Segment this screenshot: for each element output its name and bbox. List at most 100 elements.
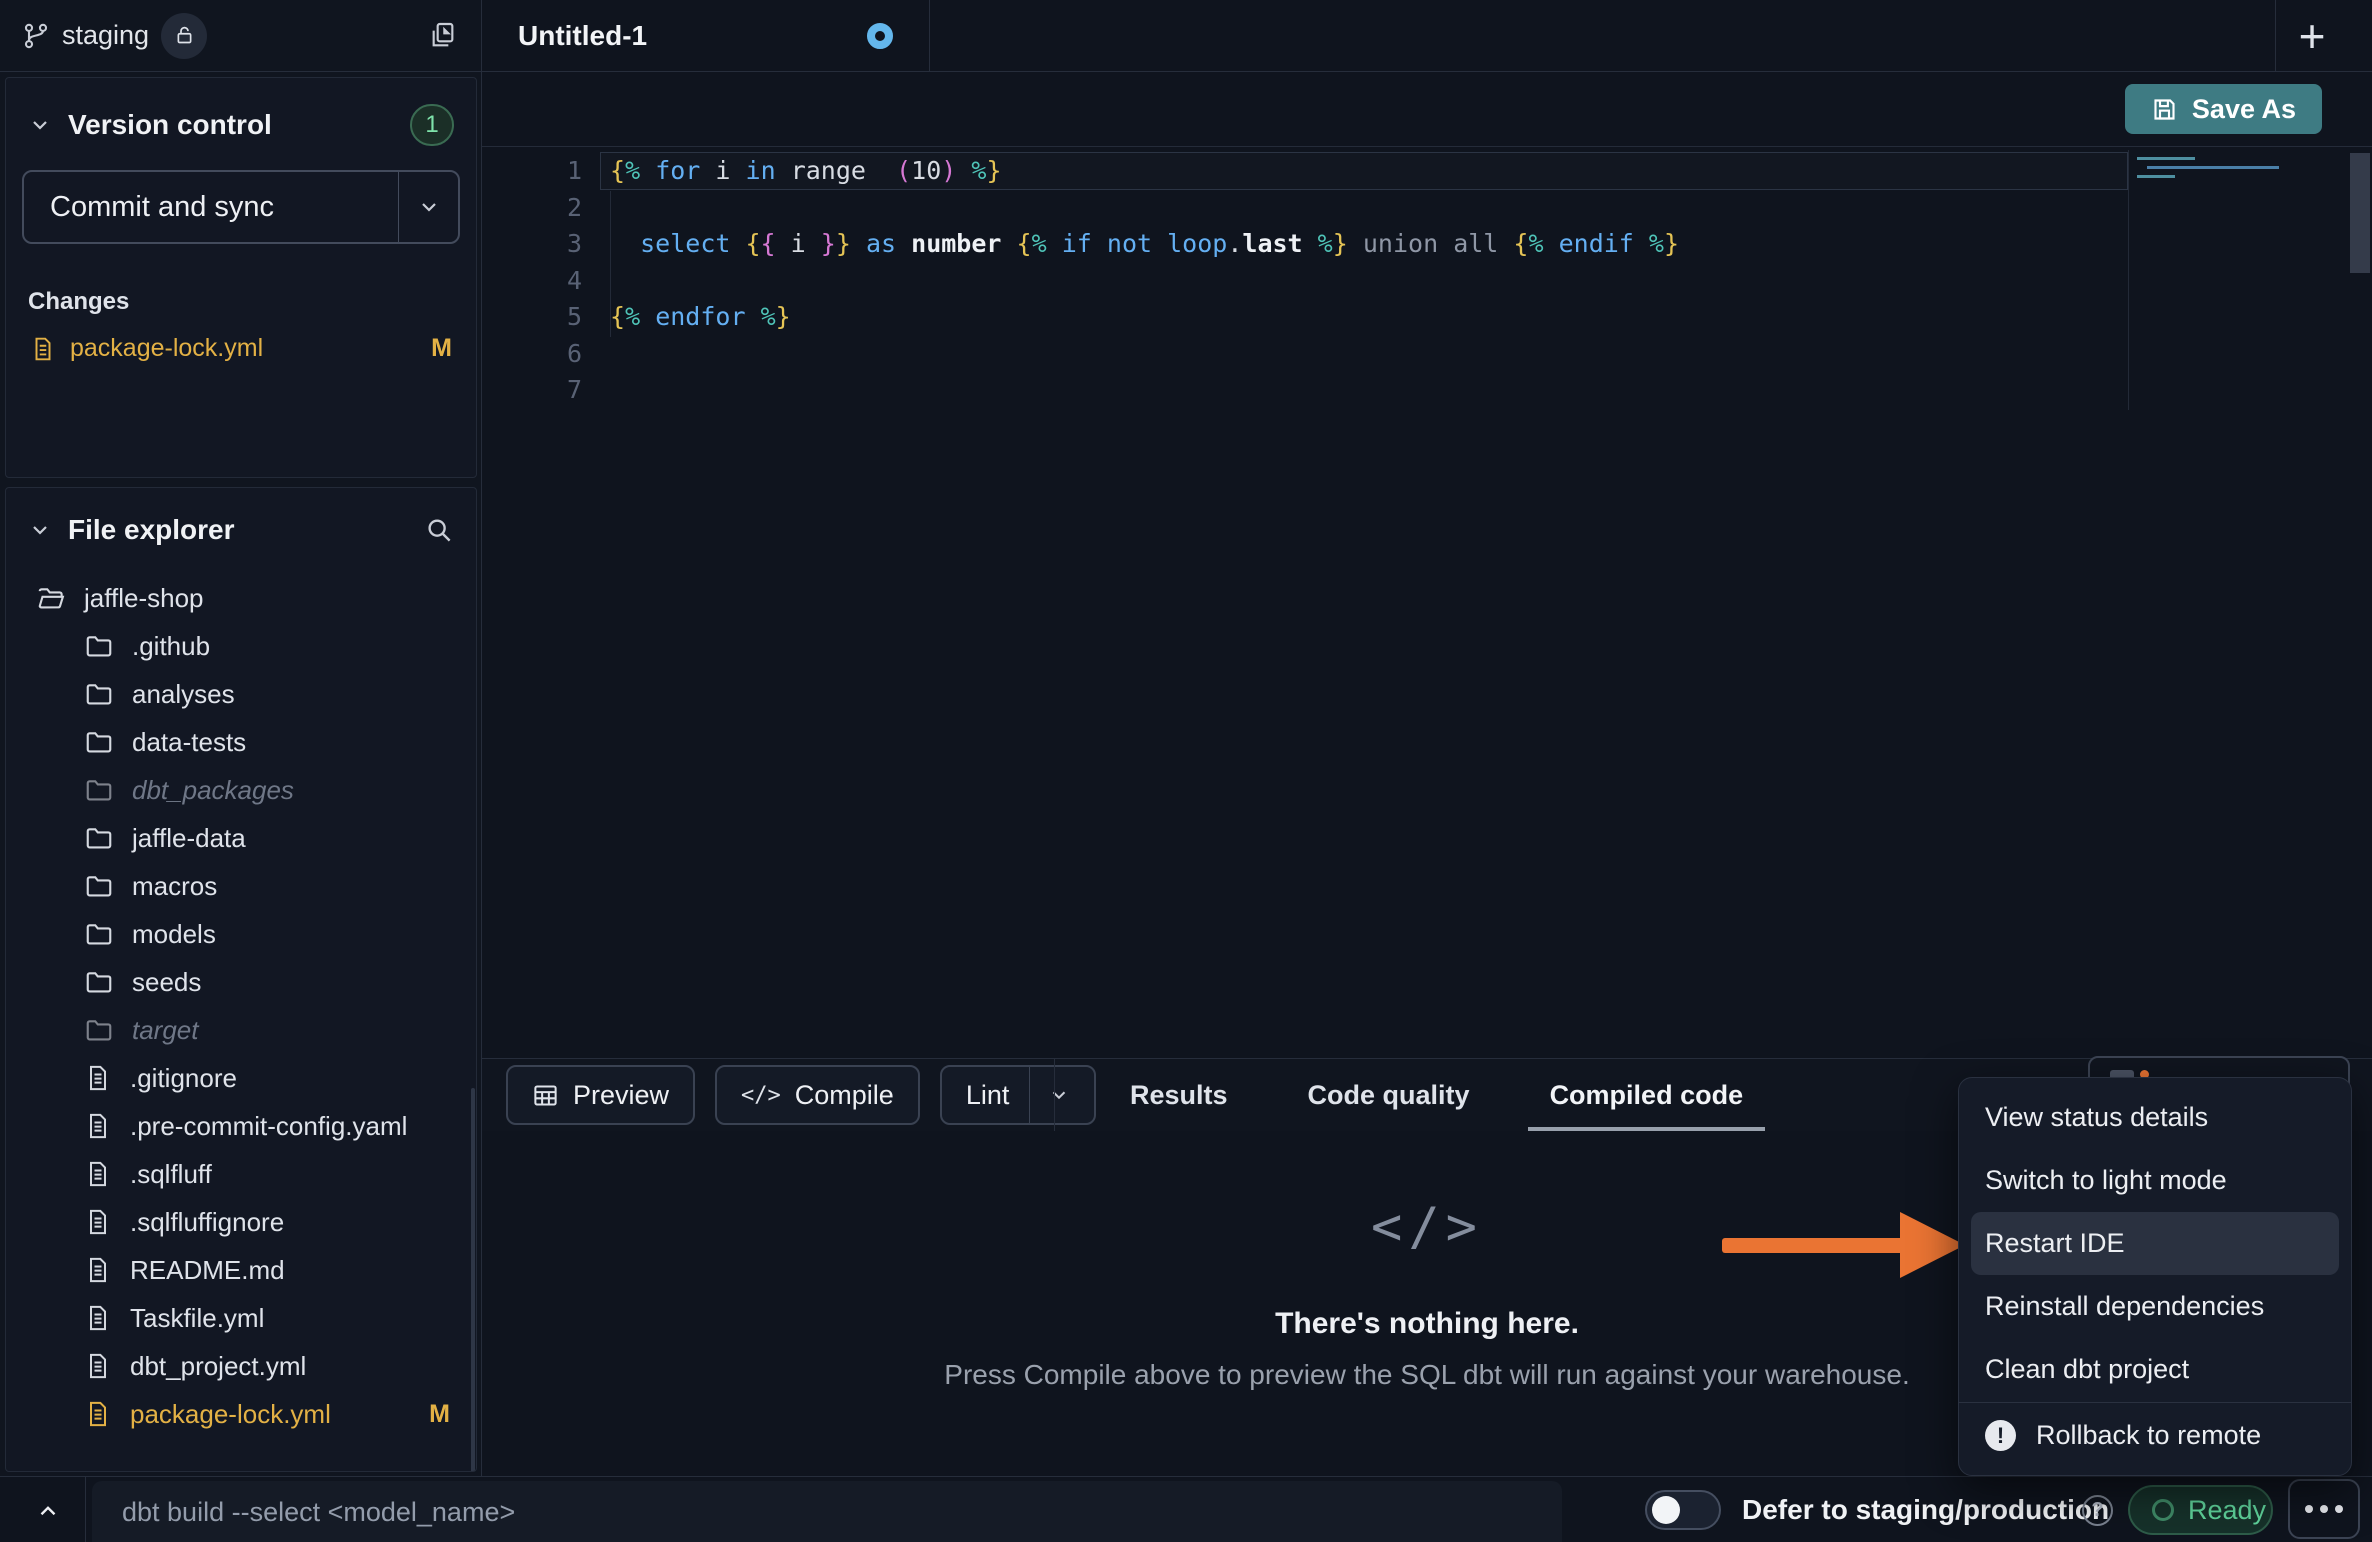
- code-line[interactable]: {% for i in range (10) %}: [610, 153, 2112, 190]
- commit-options-caret[interactable]: [398, 172, 458, 242]
- chevron-up-icon[interactable]: [26, 1489, 70, 1533]
- tab-untitled-1[interactable]: Untitled-1: [482, 0, 930, 72]
- new-tab-button[interactable]: +: [2274, 0, 2350, 72]
- tree-item-dbt-packages[interactable]: dbt_packages: [6, 766, 476, 814]
- tree-item-label: analyses: [132, 679, 235, 710]
- tree-item--pre-commit-config-yaml[interactable]: .pre-commit-config.yaml: [6, 1102, 476, 1150]
- minimap-line: [2147, 166, 2279, 169]
- compile-label: Compile: [795, 1080, 894, 1111]
- changed-file-row[interactable]: package-lock.yml M: [6, 334, 476, 363]
- minimap[interactable]: [2128, 150, 2344, 410]
- tree-item--gitignore[interactable]: .gitignore: [6, 1054, 476, 1102]
- menu-item-view-status-details[interactable]: View status details: [1959, 1086, 2351, 1149]
- tree-item-label: .gitignore: [130, 1063, 237, 1094]
- dbt-ide-window: staging: [0, 0, 2372, 1542]
- tree-item-seeds[interactable]: seeds: [6, 958, 476, 1006]
- command-bar: dbt build --select <model_name> Defer to…: [0, 1476, 2372, 1542]
- folder-icon: [84, 727, 114, 757]
- file-tree: jaffle-shop .github analyses data-tests dbt_…: [6, 574, 476, 1438]
- changed-file-name: package-lock.yml: [70, 334, 263, 363]
- code-line[interactable]: [610, 190, 2112, 227]
- menu-item-reinstall-dependencies[interactable]: Reinstall dependencies: [1959, 1275, 2351, 1338]
- code-line[interactable]: {% endfor %}: [610, 299, 2112, 336]
- menu-item-switch-to-light-mode[interactable]: Switch to light mode: [1959, 1149, 2351, 1212]
- menu-item-rollback-to-remote[interactable]: !Rollback to remote: [1959, 1404, 2351, 1467]
- menu-item-label: Reinstall dependencies: [1985, 1291, 2264, 1322]
- tree-item-jaffle-shop[interactable]: jaffle-shop: [6, 574, 476, 622]
- folder-icon: [84, 679, 114, 709]
- tree-item--sqlfluff[interactable]: .sqlfluff: [6, 1150, 476, 1198]
- tree-item-package-lock-yml[interactable]: package-lock.ymlM: [6, 1390, 476, 1438]
- code-line[interactable]: [610, 336, 2112, 373]
- code-line[interactable]: [610, 372, 2112, 409]
- commit-and-sync-button[interactable]: Commit and sync: [22, 170, 460, 244]
- tree-item-readme-md[interactable]: README.md: [6, 1246, 476, 1294]
- tree-item-models[interactable]: models: [6, 910, 476, 958]
- search-icon[interactable]: [424, 515, 454, 545]
- tree-item-taskfile-yml[interactable]: Taskfile.yml: [6, 1294, 476, 1342]
- tree-item--github[interactable]: .github: [6, 622, 476, 670]
- branch-row[interactable]: staging: [0, 0, 481, 72]
- code-line[interactable]: select {{ i }} as number {% if not loop.…: [610, 226, 2112, 263]
- defer-toggle[interactable]: [1645, 1490, 1721, 1530]
- status-badge[interactable]: Ready: [2128, 1485, 2273, 1535]
- results-tab-compiled-code[interactable]: Compiled code: [1540, 1059, 1754, 1132]
- save-as-button[interactable]: Save As: [2125, 84, 2322, 134]
- compile-button[interactable]: </> Compile: [715, 1065, 920, 1125]
- menu-item-label: Clean dbt project: [1985, 1354, 2189, 1385]
- tree-item-analyses[interactable]: analyses: [6, 670, 476, 718]
- folder-icon: [84, 775, 114, 805]
- tree-item-label: models: [132, 919, 216, 950]
- file-explorer-scrollbar[interactable]: [471, 1088, 475, 1472]
- lint-caret[interactable]: [1029, 1067, 1070, 1123]
- dot-icon: [2320, 1505, 2328, 1513]
- minimap-line: [2137, 175, 2175, 178]
- changes-count-badge: 1: [410, 104, 454, 146]
- tree-item-label: Taskfile.yml: [130, 1303, 264, 1334]
- command-input[interactable]: dbt build --select <model_name>: [92, 1481, 1562, 1542]
- menu-item-restart-ide[interactable]: Restart IDE: [1971, 1212, 2339, 1275]
- tree-item-macros[interactable]: macros: [6, 862, 476, 910]
- file-explorer-title: File explorer: [68, 514, 235, 546]
- tree-item-label: target: [132, 1015, 199, 1046]
- line-number: 5: [482, 299, 582, 336]
- chevron-down-icon[interactable]: [28, 518, 52, 542]
- results-tab-results[interactable]: Results: [1120, 1059, 1238, 1132]
- more-options-button[interactable]: [2288, 1479, 2360, 1539]
- menu-item-clean-dbt-project[interactable]: Clean dbt project: [1959, 1338, 2351, 1401]
- tree-item-target[interactable]: target: [6, 1006, 476, 1054]
- changes-heading: Changes: [28, 288, 476, 316]
- tree-item--sqlfluffignore[interactable]: .sqlfluffignore: [6, 1198, 476, 1246]
- sidebar: staging: [0, 0, 482, 1476]
- save-as-label: Save As: [2192, 94, 2296, 125]
- ide-options-menu: View status detailsSwitch to light modeR…: [1958, 1077, 2352, 1476]
- tree-item-label: .sqlfluff: [130, 1159, 212, 1190]
- editor-scrollbar[interactable]: [2350, 153, 2370, 273]
- code-editor[interactable]: 1234567 {% for i in range (10) %} select…: [482, 147, 2372, 1058]
- chevron-down-icon[interactable]: [28, 113, 52, 137]
- lint-button[interactable]: Lint: [940, 1065, 1097, 1125]
- line-number: 1: [482, 153, 582, 190]
- code-line[interactable]: [610, 263, 2112, 300]
- tree-item-label: .github: [132, 631, 210, 662]
- branch-lock-chip[interactable]: [161, 13, 207, 59]
- results-tab-code-quality[interactable]: Code quality: [1298, 1059, 1480, 1132]
- folder-icon: [84, 1015, 114, 1045]
- tree-item-dbt-project-yml[interactable]: dbt_project.yml: [6, 1342, 476, 1390]
- menu-divider: [1959, 1402, 2351, 1403]
- commandbar-divider: [85, 1477, 86, 1542]
- copy-icon[interactable]: [427, 20, 459, 52]
- tree-item-label: dbt_packages: [132, 775, 294, 806]
- file-icon: [84, 1400, 112, 1428]
- preview-button[interactable]: Preview: [506, 1065, 695, 1125]
- version-control-panel: Version control 1 Commit and sync Change…: [5, 77, 477, 478]
- tree-item-label: .sqlfluffignore: [130, 1207, 284, 1238]
- tree-item-jaffle-data[interactable]: jaffle-data: [6, 814, 476, 862]
- empty-state-code-icon: </>: [1371, 1197, 1483, 1257]
- unsaved-dot-icon[interactable]: [867, 23, 893, 49]
- tree-item-data-tests[interactable]: data-tests: [6, 718, 476, 766]
- menu-item-label: View status details: [1985, 1102, 2208, 1133]
- modified-flag: M: [431, 334, 452, 363]
- annotation-arrow-head: [1900, 1212, 1965, 1278]
- help-icon[interactable]: ?: [2082, 1495, 2113, 1526]
